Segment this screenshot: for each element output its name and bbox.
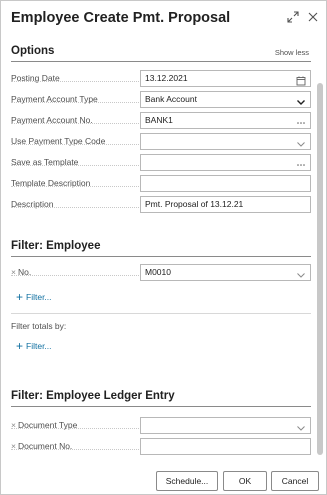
- save-as-template-row: Save as Template: [11, 154, 311, 171]
- chevron-down-icon: [296, 94, 306, 105]
- description-row: Description Pmt. Proposal of 13.12.21: [11, 196, 311, 213]
- use-payment-type-code-row: Use Payment Type Code: [11, 133, 311, 150]
- payment-account-type-row: Payment Account Type Bank Account: [11, 91, 311, 108]
- dialog-content: Options Show less Posting Date 13.12.202…: [1, 37, 318, 465]
- document-no-input[interactable]: [140, 438, 311, 455]
- posting-date-row: Posting Date 13.12.2021: [11, 70, 311, 87]
- title-bar: Employee Create Pmt. Proposal: [1, 1, 326, 35]
- cancel-button[interactable]: Cancel: [271, 471, 319, 491]
- template-description-row: Template Description: [11, 175, 311, 192]
- options-divider: [11, 61, 311, 62]
- description-input[interactable]: Pmt. Proposal of 13.12.21: [140, 196, 311, 213]
- add-employee-filter-link[interactable]: + Filter...: [16, 290, 52, 304]
- ellipsis-icon[interactable]: [296, 115, 306, 125]
- payment-account-no-field[interactable]: BANK1: [140, 112, 311, 129]
- use-payment-type-code-select[interactable]: [140, 133, 311, 150]
- chevron-down-icon: [296, 136, 306, 147]
- document-no-row: × Document No.: [11, 438, 311, 455]
- expand-icon[interactable]: [286, 10, 300, 24]
- template-description-input[interactable]: [140, 175, 311, 192]
- add-totals-filter-link[interactable]: + Filter...: [16, 339, 52, 353]
- schedule-button[interactable]: Schedule...: [156, 471, 218, 491]
- document-type-select[interactable]: [140, 417, 311, 434]
- show-less-link[interactable]: Show less: [275, 48, 309, 57]
- ok-button[interactable]: OK: [223, 471, 267, 491]
- options-section-title: Options: [11, 45, 55, 57]
- employee-no-row: × No. M0010: [11, 264, 311, 281]
- filter-employee-title: Filter: Employee: [11, 240, 101, 252]
- dialog-footer: Schedule... OK Cancel: [1, 467, 326, 494]
- plus-icon: +: [16, 290, 24, 304]
- filter-employee-divider: [11, 256, 311, 257]
- payment-account-type-select[interactable]: Bank Account: [140, 91, 311, 108]
- employee-no-select[interactable]: M0010: [140, 264, 311, 281]
- filter-ledger-title: Filter: Employee Ledger Entry: [11, 390, 175, 402]
- document-type-row: × Document Type: [11, 417, 311, 434]
- filter-totals-label: Filter totals by:: [11, 321, 67, 331]
- filter-ledger-divider: [11, 406, 311, 407]
- payment-account-no-row: Payment Account No. BANK1: [11, 112, 311, 129]
- close-icon[interactable]: [306, 10, 320, 24]
- ellipsis-icon[interactable]: [296, 157, 306, 167]
- calendar-icon[interactable]: [296, 73, 306, 86]
- dialog-title: Employee Create Pmt. Proposal: [11, 10, 231, 26]
- chevron-down-icon: [296, 420, 306, 431]
- vertical-scrollbar[interactable]: [317, 83, 323, 455]
- plus-icon: +: [16, 339, 24, 353]
- totals-divider: [11, 313, 311, 314]
- chevron-down-icon: [296, 267, 306, 278]
- posting-date-field[interactable]: 13.12.2021: [140, 70, 311, 87]
- save-as-template-field[interactable]: [140, 154, 311, 171]
- dialog: Employee Create Pmt. Proposal Options Sh…: [0, 0, 327, 495]
